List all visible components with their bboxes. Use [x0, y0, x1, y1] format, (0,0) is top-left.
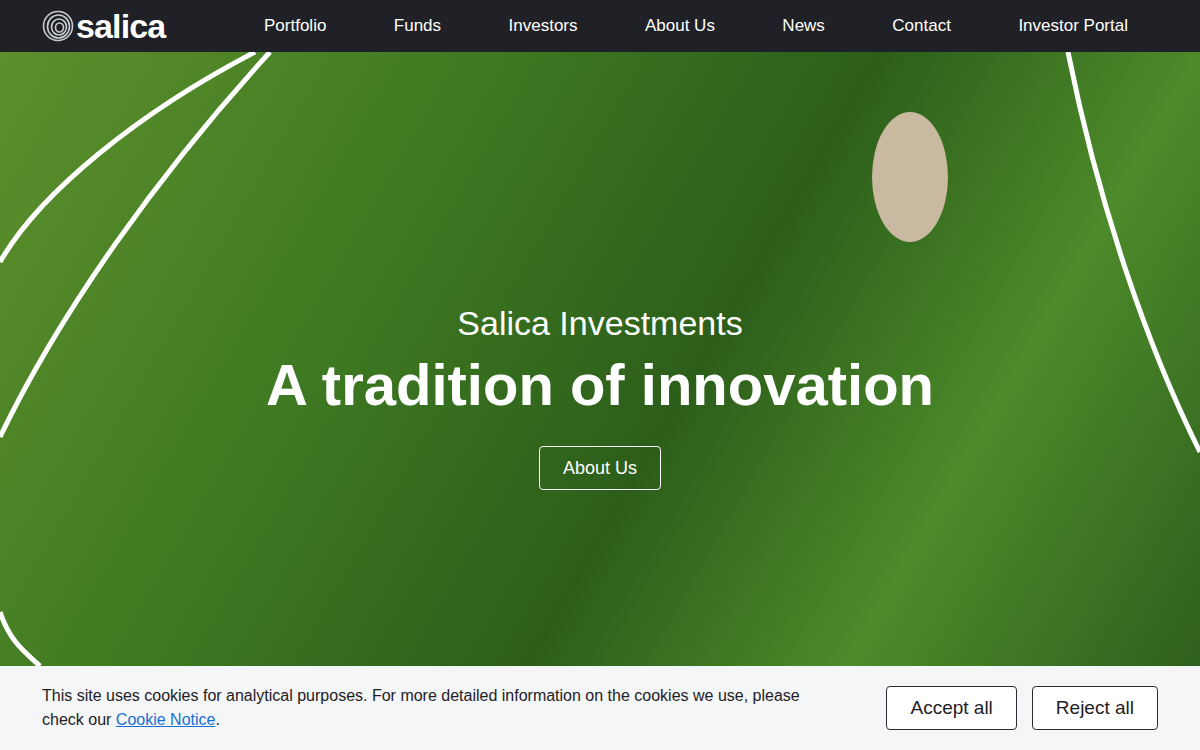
hero-eyebrow: Salica Investments: [457, 302, 742, 344]
logo[interactable]: salica: [42, 9, 172, 43]
hero-content: Salica Investments A tradition of innovat…: [0, 52, 1200, 490]
nav-item[interactable]: Portfolio: [264, 13, 326, 39]
cookie-buttons: Accept all Reject all: [886, 686, 1158, 730]
spiral-logo-icon: [42, 10, 74, 42]
nav-item[interactable]: Investor Portal: [1018, 13, 1128, 39]
cookie-button[interactable]: Reject all: [1032, 686, 1158, 730]
nav-item[interactable]: News: [782, 13, 825, 39]
nav-item[interactable]: Funds: [394, 13, 441, 39]
nav-item[interactable]: Contact: [892, 13, 951, 39]
logo-text: salica: [76, 9, 165, 43]
nav-item[interactable]: About Us: [645, 13, 715, 39]
hero-title: A tradition of innovation: [266, 350, 934, 420]
cookie-banner: This site uses cookies for analytical pu…: [0, 666, 1200, 750]
top-nav: salica Portfolio Funds Investors About Us New…: [0, 0, 1200, 52]
about-us-button[interactable]: About Us: [539, 446, 661, 490]
nav-menu: Portfolio Funds Investors About Us News Conta…: [172, 13, 1200, 39]
cookie-button[interactable]: Accept all: [886, 686, 1016, 730]
cookie-text: This site uses cookies for analytical pu…: [42, 684, 802, 732]
nav-item[interactable]: Investors: [509, 13, 578, 39]
page: salica Portfolio Funds Investors About Us New…: [0, 0, 1200, 750]
hero: Salica Investments A tradition of innovat…: [0, 52, 1200, 750]
cookie-notice-link[interactable]: Cookie Notice: [116, 711, 216, 728]
